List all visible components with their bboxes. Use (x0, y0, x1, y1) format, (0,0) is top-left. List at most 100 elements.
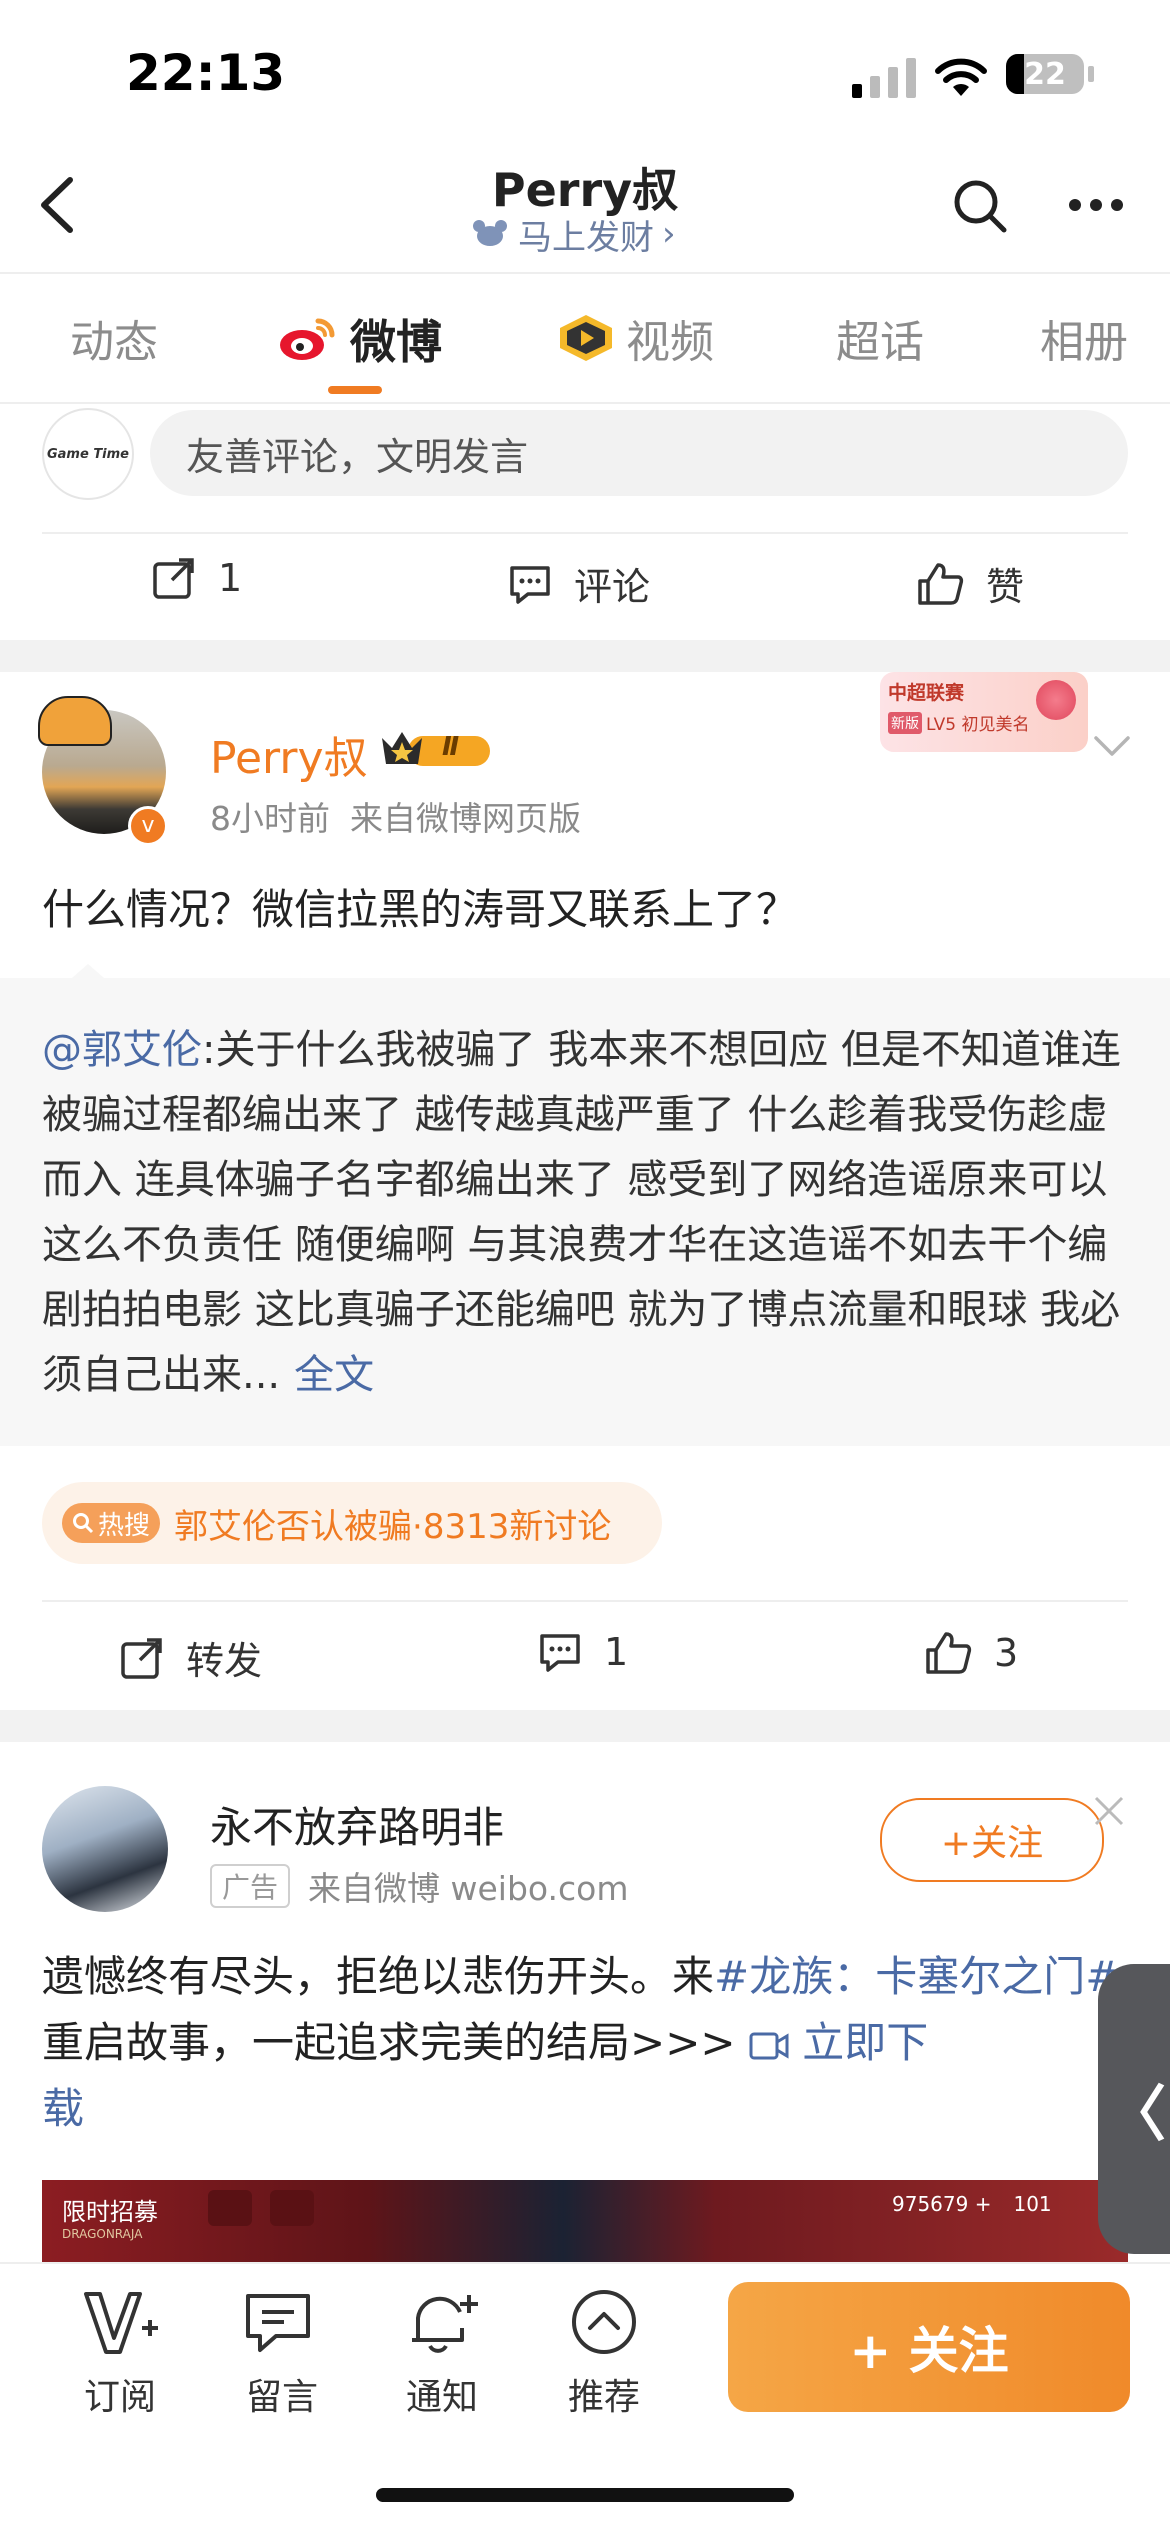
post-source: 来自微博网页版 (350, 799, 581, 838)
tab-video[interactable]: 视频 (558, 306, 714, 370)
comment-placeholder: 友善评论，文明发言 (186, 434, 529, 479)
quote-pointer (72, 964, 104, 978)
battery-icon: 22 (1006, 54, 1084, 94)
comment-icon (508, 562, 552, 606)
bell-add-icon (412, 2295, 478, 2353)
hot-search-badge: 热搜 (62, 1503, 161, 1543)
post2-like-button[interactable]: 3 (924, 1630, 1018, 1676)
post2-comment-count: 1 (604, 1630, 629, 1674)
post1-comment-button[interactable]: 评论 (508, 556, 650, 611)
tab-active-indicator (328, 386, 382, 394)
ad-text: 遗憾终有尽头，拒绝以悲伤开头。来#龙族：卡塞尔之门#重启故事，一起追求完美的结局… (42, 1952, 1121, 2133)
hot-search-text: 郭艾伦否认被骗·8313新讨论 (174, 1506, 612, 1547)
recommend-icon (572, 2290, 636, 2354)
post1-comment-label: 评论 (574, 565, 651, 609)
status-bar: 22:13 22 (0, 0, 1170, 150)
commenter-avatar: Game Time (42, 408, 134, 500)
post1-like-button[interactable]: 赞 (916, 556, 1024, 611)
ad-download-link-wrap[interactable]: 载 (42, 2084, 84, 2133)
quoted-text: @郭艾伦:关于什么我被骗了 我本来不想回应 但是不知道谁连被骗过程都编出来了 越… (42, 1027, 1121, 1398)
quoted-mention[interactable]: @郭艾伦 (42, 1027, 202, 1073)
rose-icon (1036, 680, 1076, 720)
battery-level: 22 (1024, 57, 1066, 92)
search-button[interactable] (950, 176, 1010, 236)
post-text: 什么情况？微信拉黑的涛哥又联系上了？ (42, 885, 799, 934)
video-icon (558, 313, 614, 363)
post-menu-chevron[interactable] (1092, 734, 1132, 758)
subtitle-text: 马上发财 (518, 217, 654, 258)
banner-stats: 975679 + 101 (892, 2192, 1052, 2216)
member-badge[interactable]: Ⅱ (382, 728, 498, 772)
search-icon (73, 1513, 94, 1534)
home-icon (208, 2190, 252, 2226)
ad-follow-button[interactable]: +关注 (880, 1798, 1104, 1882)
post1-like-label: 赞 (986, 565, 1025, 609)
bottom-recommend-label: 推荐 (567, 2377, 640, 2418)
bottom-recommend-button[interactable]: 推荐 (544, 2288, 664, 2420)
chevron-right-icon: › (662, 214, 676, 254)
bottom-message-button[interactable]: 留言 (222, 2288, 342, 2420)
nav-subtitle[interactable]: 马上发财 › (470, 212, 710, 258)
post2-action-divider (42, 1600, 1128, 1602)
post-meta: 8小时前 来自微博网页版 (210, 792, 581, 840)
bottom-message-label: 留言 (245, 2377, 318, 2418)
post1-repost-count: 1 (218, 556, 243, 600)
repost-icon (120, 1636, 164, 1680)
tab-dynamic[interactable]: 动态 (70, 306, 158, 370)
tabs-divider (0, 402, 1170, 404)
comment-divider (42, 532, 1128, 534)
verified-badge-icon: v (128, 806, 168, 846)
video-link-icon (749, 2032, 789, 2059)
member-level: Ⅱ (442, 732, 460, 762)
comment-icon (538, 1630, 582, 1674)
back-button[interactable] (30, 170, 90, 240)
ad-close-button[interactable] (1092, 1794, 1126, 1828)
ad-source: 来自微博 weibo.com (308, 1869, 629, 1908)
nav-bar: Perry叔 马上发财 › (0, 150, 1170, 272)
bottom-notify-button[interactable]: 通知 (382, 2288, 502, 2420)
signal-icon (852, 58, 916, 98)
like-icon (924, 1630, 972, 1676)
ad-label: 广告 (210, 1864, 291, 1908)
bottom-follow-button[interactable]: + 关注 (728, 2282, 1130, 2412)
post2-comment-button[interactable]: 1 (538, 1630, 628, 1674)
bottom-subscribe-label: 订阅 (83, 2377, 156, 2418)
banner-label: 限时招募 DRAGONRAJA (62, 2198, 158, 2241)
home-indicator (376, 2488, 794, 2502)
ad-hashtag[interactable]: #龙族：卡塞尔之门# (714, 1952, 1120, 2001)
more-button[interactable] (1068, 198, 1124, 212)
post2-repost-button[interactable]: 转发 (120, 1630, 262, 1685)
ad-download-link[interactable]: 立即下 (749, 2018, 928, 2067)
tiger-icon (38, 696, 112, 746)
avatar-logo-text: Game Time (46, 446, 130, 462)
post1-repost-button[interactable]: 1 (152, 556, 242, 600)
mouse-icon (470, 218, 510, 250)
tab-weibo[interactable]: 微博 (278, 306, 442, 372)
author-avatar[interactable]: v (38, 696, 168, 846)
quoted-more-link[interactable]: 全文 (294, 1352, 374, 1398)
tab-weibo-label: 微博 (350, 315, 442, 369)
post2-repost-label: 转发 (186, 1639, 263, 1683)
card-decoration: 中超联赛 新版 LV5 初见美名 (880, 672, 1088, 752)
tab-album[interactable]: 相册 (1040, 306, 1128, 370)
wifi-icon (934, 56, 988, 98)
post-time: 8小时前 (210, 799, 330, 838)
author-name[interactable]: Perry叔 (210, 722, 367, 786)
bottom-subscribe-button[interactable]: 订阅 (60, 2288, 180, 2420)
section-divider (0, 1710, 1170, 1742)
ad-author-avatar[interactable] (42, 1786, 168, 1912)
hot-search-tag[interactable]: 热搜 郭艾伦否认被骗·8313新讨论 (42, 1482, 662, 1564)
tab-video-label: 视频 (626, 317, 714, 368)
nav-divider (0, 272, 1170, 274)
weibo-logo-icon (278, 315, 336, 363)
tab-super-topic[interactable]: 超话 (836, 306, 924, 370)
side-drawer-handle[interactable]: 〈 (1098, 1964, 1170, 2254)
quoted-post[interactable]: @郭艾伦:关于什么我被骗了 我本来不想回应 但是不知道谁连被骗过程都编出来了 越… (0, 964, 1170, 1446)
status-time: 22:13 (126, 44, 286, 102)
bottom-notify-label: 通知 (405, 2377, 478, 2418)
post2-like-count: 3 (994, 1631, 1019, 1675)
ad-author-name[interactable]: 永不放弃路明非 (210, 1794, 504, 1855)
subscribe-icon (84, 2292, 158, 2354)
comment-input[interactable]: 友善评论，文明发言 (150, 410, 1128, 496)
ad-meta: 广告 来自微博 weibo.com (210, 1862, 629, 1910)
